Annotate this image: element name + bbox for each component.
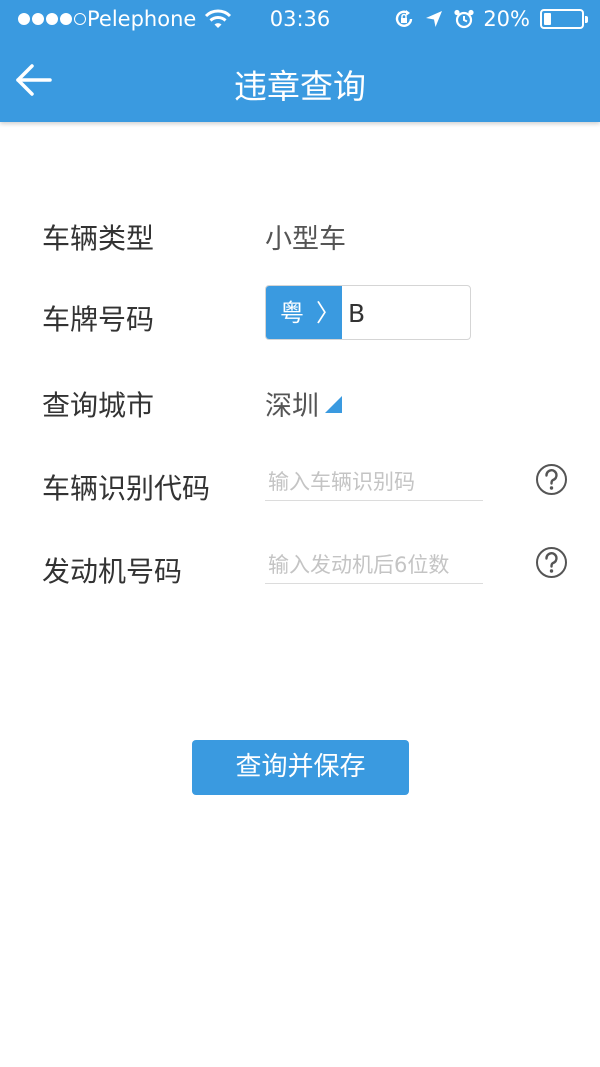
- plate-field: 粤 〉 B: [265, 285, 471, 340]
- chevron-right-icon: 〉: [316, 299, 340, 327]
- page-title: 违章查询: [234, 67, 366, 106]
- plate-label: 车牌号码: [42, 303, 155, 336]
- question-circle-icon[interactable]: [535, 546, 568, 579]
- nav-bar: 违章查询: [0, 40, 600, 122]
- province-text: 粤: [280, 299, 304, 327]
- rotation-lock-icon: [396, 10, 413, 27]
- battery-percent: 20%: [483, 7, 530, 31]
- status-bar: Pelephone 03:36 20%: [0, 0, 600, 40]
- alarm-icon: [454, 9, 474, 29]
- vehicle-type-value[interactable]: 小型车: [265, 217, 346, 256]
- vin-row: 车辆识别代码: [0, 455, 600, 515]
- plate-number-input[interactable]: B: [348, 286, 365, 339]
- location-arrow-icon: [426, 11, 443, 27]
- engine-label: 发动机号码: [42, 555, 183, 588]
- vin-input[interactable]: [265, 463, 483, 501]
- app-root: Pelephone 03:36 20% 违章查询 车辆类型 小型车 车牌号码 粤…: [0, 0, 600, 1067]
- city-row[interactable]: 查询城市 深圳: [0, 372, 600, 432]
- status-right-group: 20%: [393, 7, 588, 31]
- engine-input[interactable]: [265, 546, 483, 584]
- city-value[interactable]: 深圳: [265, 384, 319, 423]
- plate-row: 车牌号码 粤 〉 B: [0, 285, 600, 345]
- vehicle-type-row[interactable]: 车辆类型 小型车: [0, 205, 600, 265]
- city-label: 查询城市: [42, 389, 155, 422]
- vehicle-type-label: 车辆类型: [42, 222, 155, 255]
- vin-label: 车辆识别代码: [42, 472, 211, 505]
- battery-icon: [540, 9, 588, 29]
- engine-row: 发动机号码: [0, 538, 600, 598]
- battery-fill: [544, 13, 551, 25]
- province-selector[interactable]: 粤 〉: [266, 286, 342, 339]
- dropdown-triangle-icon[interactable]: [325, 396, 342, 413]
- query-save-button[interactable]: 查询并保存: [192, 740, 409, 795]
- question-circle-icon[interactable]: [535, 463, 568, 496]
- top-bar: Pelephone 03:36 20% 违章查询: [0, 0, 600, 122]
